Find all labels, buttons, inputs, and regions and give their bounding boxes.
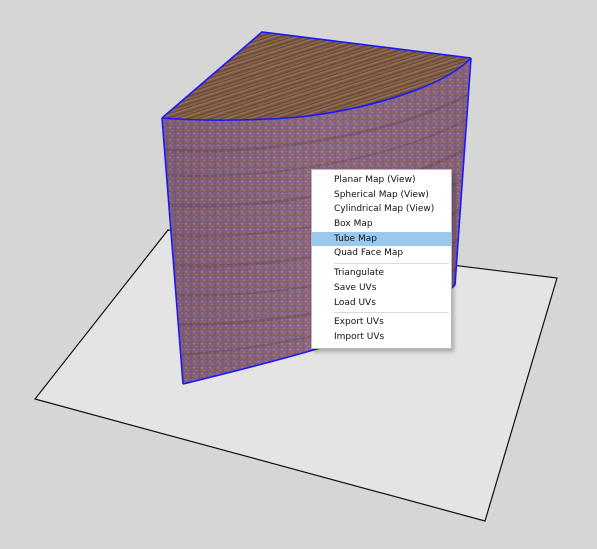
menu-item-planar-map[interactable]: Planar Map (View)	[312, 173, 451, 188]
model-scene[interactable]	[0, 0, 597, 549]
context-menu: Planar Map (View) Spherical Map (View) C…	[311, 169, 452, 349]
menu-item-triangulate[interactable]: Triangulate	[312, 266, 451, 281]
menu-item-load-uvs[interactable]: Load UVs	[312, 296, 451, 311]
menu-item-export-uvs[interactable]: Export UVs	[312, 315, 451, 330]
menu-item-box-map[interactable]: Box Map	[312, 217, 451, 232]
menu-item-cylindrical-map[interactable]: Cylindrical Map (View)	[312, 202, 451, 217]
menu-item-tube-map[interactable]: Tube Map	[312, 231, 451, 247]
menu-item-save-uvs[interactable]: Save UVs	[312, 281, 451, 296]
3d-viewport[interactable]: Planar Map (View) Spherical Map (View) C…	[0, 0, 597, 549]
menu-item-spherical-map[interactable]: Spherical Map (View)	[312, 188, 451, 203]
menu-item-import-uvs[interactable]: Import UVs	[312, 330, 451, 345]
menu-separator	[334, 312, 449, 314]
menu-separator	[334, 263, 449, 265]
menu-item-quad-face-map[interactable]: Quad Face Map	[312, 246, 451, 261]
